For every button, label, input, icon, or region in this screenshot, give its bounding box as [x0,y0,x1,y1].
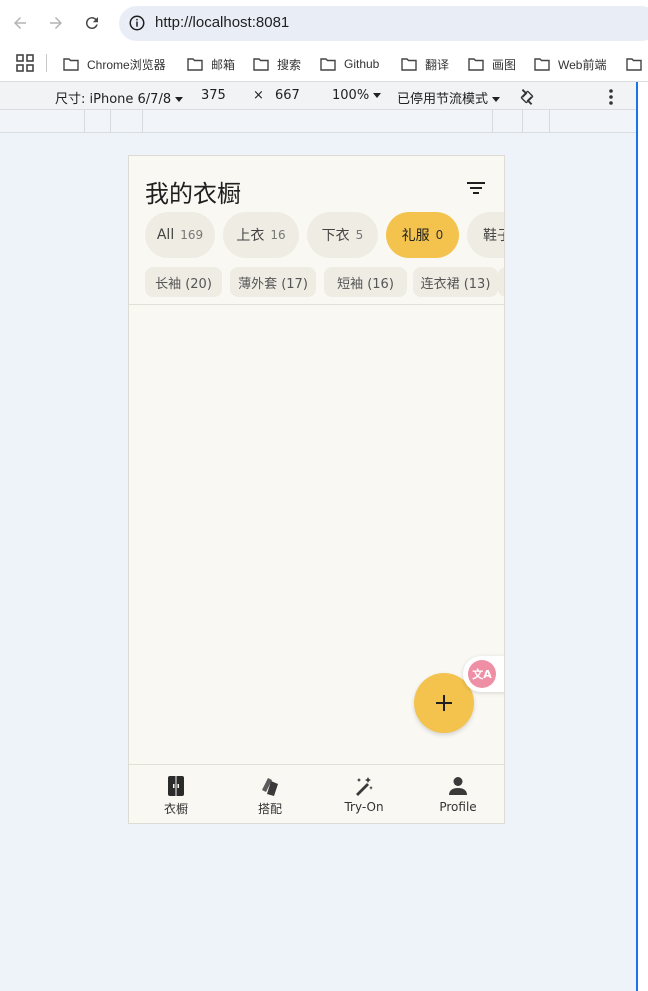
rotate-icon[interactable] [516,86,538,108]
filter-more[interactable] [498,267,504,297]
reload-icon [85,17,98,30]
folder-icon [626,58,642,71]
folder-icon [187,58,203,71]
tab-all[interactable]: All 169 [145,212,215,258]
forward-button[interactable] [44,11,68,35]
nav-wardrobe-label: 衣橱 [163,802,188,816]
device-viewport: 我的衣橱 All169 上衣16 下衣5 礼服0 鞋子 长袖 (20) 薄外套 … [128,155,505,824]
width-input[interactable]: 375 [201,88,226,103]
filter-icon[interactable] [465,178,487,198]
device-toolbar: 尺寸: iPhone 6/7/8 375 × 667 100% 已停用节流模式 [0,82,636,110]
bookmark-web-frontend[interactable]: Web前端 [534,54,606,74]
bookmark-more[interactable] [626,54,648,74]
dropdown-caret-icon [175,97,184,102]
folder-icon [253,58,269,71]
back-button[interactable] [8,11,32,35]
nav-profile[interactable]: Profile [411,765,504,823]
filter-short-sleeve[interactable]: 短袖 (16) [324,267,407,297]
nav-wardrobe[interactable]: 衣橱 [129,765,223,823]
outfit-icon [262,778,278,796]
filter-light-jacket[interactable]: 薄外套 (17) [230,267,316,297]
device-select[interactable]: 尺寸: iPhone 6/7/8 [55,88,184,107]
bookmark-chrome[interactable]: Chrome浏览器 [63,54,166,74]
folder-icon [401,58,417,71]
dropdown-caret-icon [373,93,382,98]
height-input[interactable]: 667 [275,88,300,103]
bottom-nav: 衣橱 搭配 Try-On Profile [129,764,504,823]
tab-tops[interactable]: 上衣 16 [223,212,299,258]
folder-icon [534,58,550,71]
nav-try-on-label: Try-On [344,800,384,814]
bookmarks-bar: Chrome浏览器 邮箱 搜索 Github 翻译 画图 Web前端 [0,46,648,82]
browser-toolbar: http://localhost:8081 [0,0,648,46]
bookmark-mail[interactable]: 邮箱 [187,54,235,74]
address-bar[interactable]: http://localhost:8081 [119,6,648,41]
filter-dress[interactable]: 连衣裙 (13) [413,267,498,297]
folder-icon [468,58,484,71]
url-text[interactable]: http://localhost:8081 [155,14,289,31]
dimension-separator: × [253,88,264,103]
arrow-right-icon [50,17,62,29]
devtools-panel [636,82,648,991]
translate-icon: 文A [468,660,496,688]
media-query-ruler [0,110,636,133]
nav-outfits[interactable]: 搭配 [223,765,317,823]
magic-wand-icon [356,777,373,796]
reload-button[interactable] [80,11,104,35]
bookmark-search[interactable]: 搜索 [253,54,301,74]
bookmark-separator [46,54,47,72]
nav-profile-label: Profile [439,800,477,814]
plus-icon [436,695,452,711]
divider [129,304,504,305]
person-icon [449,777,467,795]
bookmark-translate[interactable]: 翻译 [401,54,449,74]
apps-grid-icon[interactable] [16,54,34,72]
nav-try-on[interactable]: Try-On [317,765,411,823]
translate-extension-button[interactable]: 文A [463,656,504,692]
bookmark-github[interactable]: Github [320,54,379,74]
folder-icon [320,58,336,71]
bookmark-draw[interactable]: 画图 [468,54,516,74]
more-vert-icon[interactable] [605,88,617,106]
tab-shoes[interactable]: 鞋子 [467,212,504,258]
filter-long-sleeve[interactable]: 长袖 (20) [145,267,222,297]
folder-icon [63,58,79,71]
dropdown-caret-icon [492,97,501,102]
info-icon[interactable] [128,14,146,32]
wardrobe-icon [168,776,184,796]
page-title: 我的衣橱 [145,180,241,208]
nav-outfits-label: 搭配 [257,802,282,816]
tab-bottoms[interactable]: 下衣 5 [307,212,378,258]
zoom-select[interactable]: 100% [332,88,382,103]
tab-formal[interactable]: 礼服 0 [386,212,459,258]
throttle-select[interactable]: 已停用节流模式 [397,88,501,107]
arrow-left-icon [14,17,26,29]
